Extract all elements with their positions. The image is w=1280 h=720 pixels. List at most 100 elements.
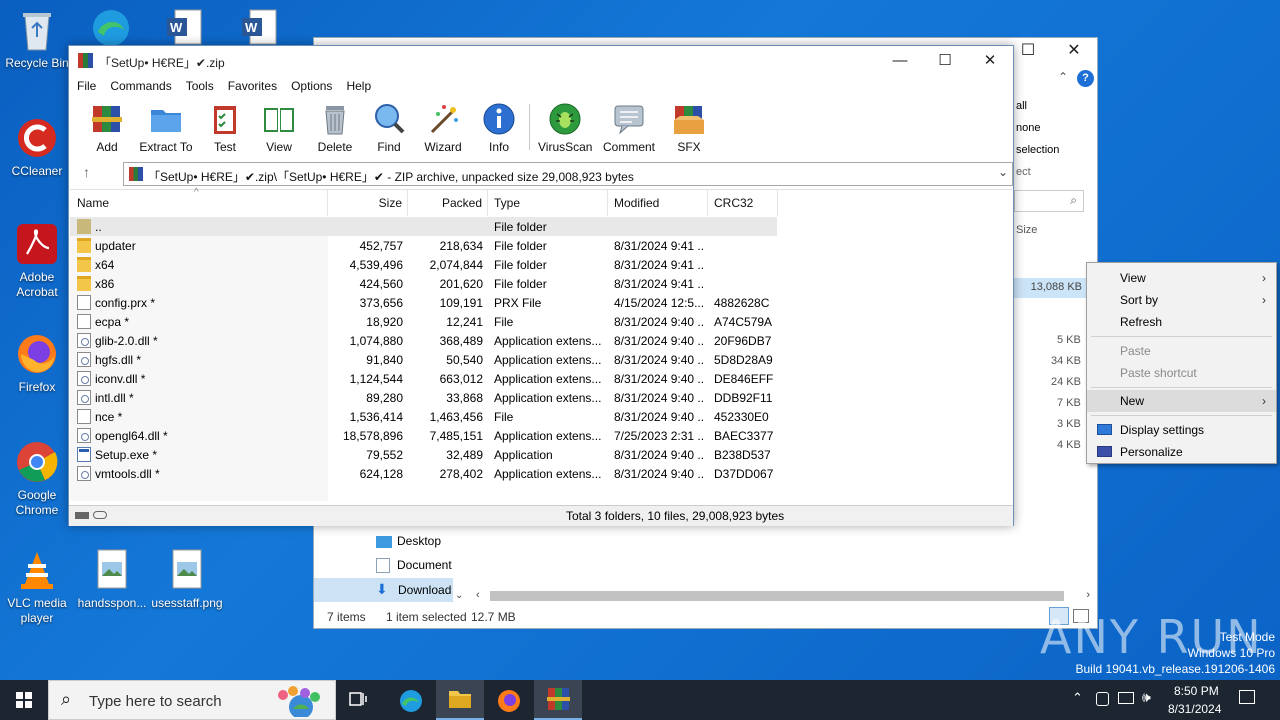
menu-file[interactable]: File: [69, 76, 102, 93]
ctx-refresh[interactable]: Refresh: [1087, 311, 1276, 333]
nav-scroll-down-icon[interactable]: ⌄: [455, 590, 463, 601]
ctx-display-settings[interactable]: Display settings: [1087, 419, 1276, 441]
select-none-option[interactable]: none: [1016, 122, 1040, 134]
table-row[interactable]: .. File folder: [70, 217, 777, 236]
window-title: 「SetUp• H€RE」✔.zip: [99, 56, 225, 70]
extract-to-button[interactable]: Extract To: [139, 102, 193, 154]
column-header-label: CRC32: [714, 196, 754, 210]
nav-pane-desktop[interactable]: Desktop: [376, 534, 441, 548]
edge-taskbar-icon[interactable]: [398, 688, 424, 714]
file-explorer-taskbar-icon[interactable]: [436, 680, 484, 720]
add-button[interactable]: Add: [87, 102, 127, 154]
type-cell: Application extens...: [494, 429, 602, 443]
table-row[interactable]: ecpa * 18,920 12,241 File 8/31/2024 9:40 ...…: [70, 312, 777, 331]
menu-favorites[interactable]: Favorites: [220, 76, 283, 93]
firefox-taskbar-icon[interactable]: [496, 688, 522, 714]
table-row[interactable]: hgfs.dll * 91,840 50,540 Application extens…: [70, 350, 777, 369]
address-bar[interactable]: 「SetUp• H€RE」✔.zip\「SetUp• H€RE」✔ - ZIP …: [123, 162, 1013, 186]
clock-time[interactable]: 8:50 PM: [1174, 684, 1219, 698]
file-icon: [77, 409, 91, 424]
explorer-ribbon-collapse-icon[interactable]: ⌃: [1058, 70, 1068, 84]
wizard-button[interactable]: Wizard: [421, 102, 465, 154]
start-button[interactable]: [0, 680, 48, 720]
table-row[interactable]: Setup.exe * 79,552 32,489 Application 8/31/2…: [70, 445, 777, 464]
find-button[interactable]: Find: [369, 102, 409, 154]
show-hidden-icons-chevron-up-icon[interactable]: ⌃: [1072, 690, 1083, 706]
desktop-icon-google-chrome[interactable]: Google Chrome: [1, 440, 73, 518]
word-doc-desktop-icon-1[interactable]: W: [163, 8, 205, 46]
column-header-crc32[interactable]: CRC32: [708, 190, 778, 216]
desktop-icon-recycle-bin[interactable]: Recycle Bin: [1, 8, 73, 71]
desktop-icon-vlc[interactable]: VLC media player: [1, 548, 73, 626]
ctx-item-label: Paste shortcut: [1120, 366, 1197, 380]
table-row[interactable]: updater 452,757 218,634 File folder 8/31/202…: [70, 236, 777, 255]
tray-icon-security[interactable]: [1096, 692, 1109, 706]
desktop-icon-adobe-acrobat[interactable]: Adobe Acrobat: [1, 222, 73, 300]
virusscan-button[interactable]: VirusScan: [538, 102, 592, 154]
menu-tools[interactable]: Tools: [178, 76, 220, 93]
desktop-icon-firefox[interactable]: Firefox: [1, 332, 73, 395]
toolbar-label: VirusScan: [538, 140, 593, 154]
menu-options[interactable]: Options: [283, 76, 338, 93]
explorer-close-button[interactable]: ✕: [1051, 40, 1097, 66]
ctx-new[interactable]: New ›: [1087, 390, 1276, 412]
volume-icon[interactable]: 🕪: [1142, 689, 1151, 706]
table-row[interactable]: glib-2.0.dll * 1,074,880 368,489 Applicatio…: [70, 331, 777, 350]
clock-date[interactable]: 8/31/2024: [1168, 702, 1221, 716]
size-column-header[interactable]: Size: [1016, 224, 1037, 236]
table-row[interactable]: vmtools.dll * 624,128 278,402 Application e…: [70, 464, 777, 483]
delete-button[interactable]: Delete: [315, 102, 355, 154]
nav-pane-documents[interactable]: Document: [376, 558, 452, 574]
column-header-type[interactable]: Type: [488, 190, 608, 216]
column-header-modified[interactable]: Modified: [608, 190, 708, 216]
table-row[interactable]: intl.dll * 89,280 33,868 Application extens…: [70, 388, 777, 407]
winrar-title-bar[interactable]: 「SetUp• H€RE」✔.zip — ☐ ✕: [69, 46, 1013, 76]
ctx-sort-by[interactable]: Sort by ›: [1087, 289, 1276, 311]
table-row[interactable]: x64 4,539,496 2,074,844 File folder 8/31/202…: [70, 255, 777, 274]
menu-help[interactable]: Help: [338, 76, 377, 93]
horizontal-scrollbar[interactable]: ‹ ›: [474, 588, 1094, 604]
menu-commands[interactable]: Commands: [102, 76, 177, 93]
table-row[interactable]: nce * 1,536,414 1,463,456 File 8/31/2024 9:4…: [70, 407, 777, 426]
taskbar-search-box[interactable]: ⌕ Type here to search: [48, 680, 336, 720]
column-header-packed[interactable]: Packed: [408, 190, 488, 216]
select-all-option[interactable]: all: [1016, 100, 1027, 112]
maximize-button[interactable]: ☐: [922, 46, 968, 76]
up-one-level-icon[interactable]: ↑: [83, 164, 90, 180]
scrollbar-thumb[interactable]: [490, 591, 1064, 601]
comment-button[interactable]: Comment: [601, 102, 657, 154]
edge-desktop-icon[interactable]: [88, 6, 134, 46]
minimize-button[interactable]: —: [877, 46, 923, 76]
ctx-personalize[interactable]: Personalize: [1087, 441, 1276, 463]
ctx-paste[interactable]: Paste: [1087, 340, 1276, 362]
info-button[interactable]: Info: [479, 102, 519, 154]
explorer-help-icon[interactable]: ?: [1077, 70, 1094, 87]
column-header-name[interactable]: Name ^: [70, 187, 328, 216]
explorer-search-box[interactable]: ⌕: [1014, 190, 1084, 212]
column-header-size[interactable]: Size: [328, 190, 408, 216]
close-button[interactable]: ✕: [967, 46, 1013, 76]
desktop-icon-handsspon[interactable]: handsspon...: [76, 548, 148, 611]
table-row[interactable]: config.prx * 373,656 109,191 PRX File 4/15/2…: [70, 293, 777, 312]
desktop-icon-ccleaner[interactable]: CCleaner: [1, 116, 73, 179]
test-button[interactable]: Test: [205, 102, 245, 154]
ctx-view[interactable]: View ›: [1087, 267, 1276, 289]
packed-cell: 33,868: [446, 391, 483, 405]
notification-center-icon[interactable]: [1239, 690, 1255, 704]
word-doc-desktop-icon-2[interactable]: W: [238, 8, 280, 46]
view-button[interactable]: View: [258, 102, 300, 154]
nav-pane-downloads[interactable]: ⬇ Download: [314, 578, 453, 602]
chevron-down-icon[interactable]: ⌄: [998, 165, 1008, 179]
sfx-button[interactable]: SFX: [669, 102, 709, 154]
winrar-taskbar-icon[interactable]: [534, 680, 582, 720]
network-icon[interactable]: [1118, 692, 1134, 704]
modified-cell: 8/31/2024 9:40 ...: [614, 372, 703, 386]
table-row[interactable]: x86 424,560 201,620 File folder 8/31/2024 9:…: [70, 274, 777, 293]
desktop-icon-usesstaff[interactable]: usesstaff.png: [151, 548, 223, 611]
table-row[interactable]: opengl64.dll * 18,578,896 7,485,151 Applica…: [70, 426, 777, 445]
table-row[interactable]: iconv.dll * 1,124,544 663,012 Application e…: [70, 369, 777, 388]
task-view-icon[interactable]: [349, 690, 369, 708]
file-name-cell: Setup.exe *: [95, 448, 158, 462]
invert-selection-option[interactable]: selection: [1016, 144, 1059, 156]
ctx-paste-shortcut[interactable]: Paste shortcut: [1087, 362, 1276, 384]
